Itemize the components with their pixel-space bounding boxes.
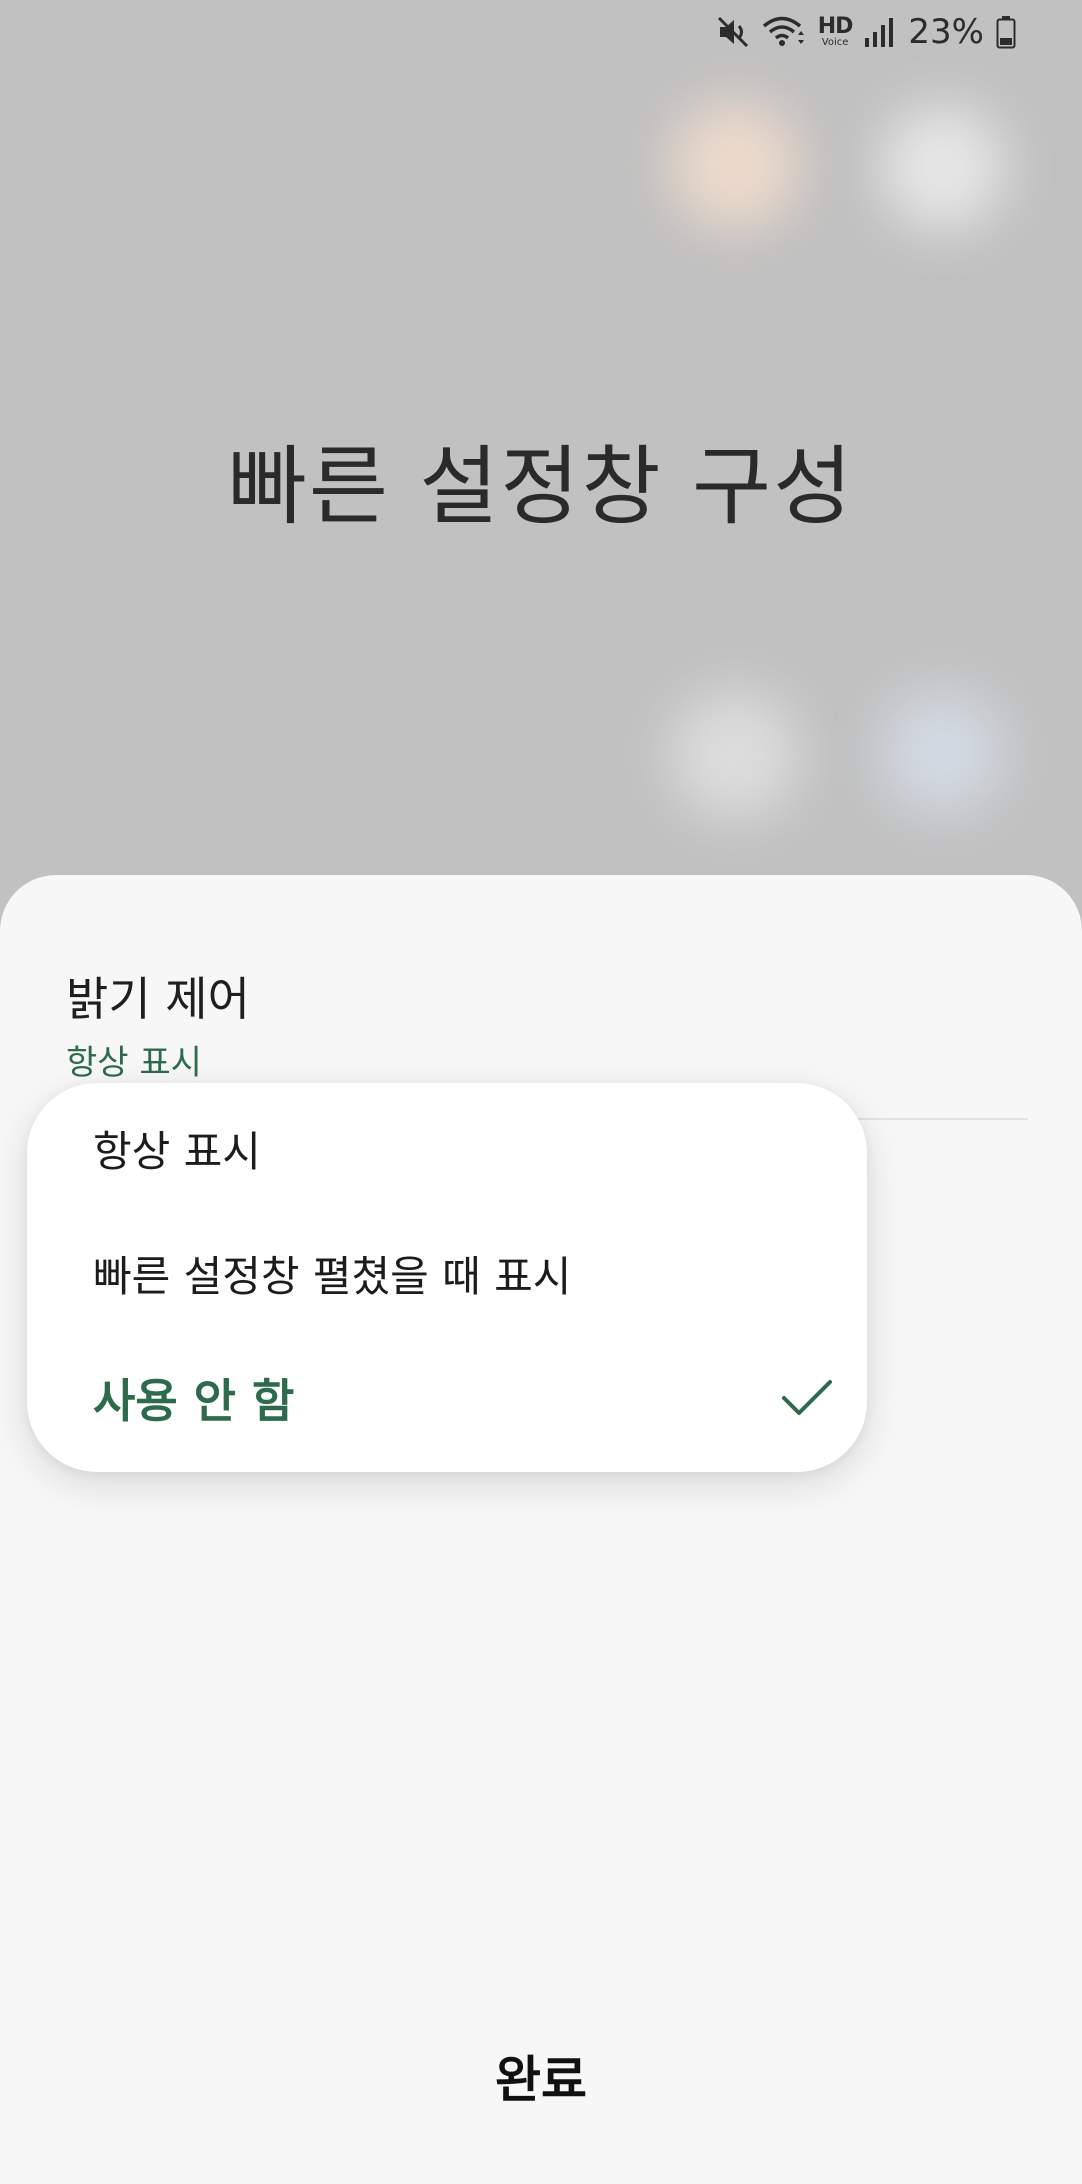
voice-label: Voice: [821, 37, 849, 48]
battery-icon: [996, 15, 1016, 49]
blurred-tile-white: [880, 105, 1005, 230]
page-title: 빠른 설정창 구성: [227, 437, 855, 537]
check-icon: [781, 1378, 833, 1418]
hd-label: HD: [817, 14, 854, 39]
option-show-when-expanded[interactable]: 빠른 설정창 펼쳤을 때 표시: [93, 1238, 833, 1308]
done-button[interactable]: 완료: [391, 2036, 691, 2116]
hd-voice-icon: HD Voice: [817, 14, 854, 48]
status-icons: HD Voice 23%: [716, 12, 1016, 52]
wifi-icon: [762, 15, 806, 49]
battery-percent: 23%: [908, 12, 984, 52]
option-label: 빠른 설정창 펼쳤을 때 표시: [93, 1251, 572, 1301]
blurred-tile-white-2: [670, 690, 800, 820]
option-label: 항상 표시: [93, 1126, 261, 1176]
setting-summary: 항상 표시: [66, 1043, 202, 1083]
mute-icon: [716, 15, 750, 49]
signal-icon: [864, 16, 894, 48]
option-always-show[interactable]: 항상 표시: [93, 1113, 833, 1183]
option-do-not-use[interactable]: 사용 안 함: [93, 1363, 833, 1433]
blurred-tile-orange: [670, 100, 800, 230]
brightness-control-setting[interactable]: 밝기 제어 항상 표시: [66, 963, 1026, 1084]
status-bar: HD Voice 23%: [0, 0, 1082, 66]
blurred-tile-blue: [880, 690, 1005, 815]
option-label: 사용 안 함: [93, 1374, 295, 1428]
setting-title: 밝기 제어: [66, 972, 250, 1026]
dropdown-menu: 항상 표시 빠른 설정창 펼쳤을 때 표시 사용 안 함: [27, 1083, 867, 1472]
